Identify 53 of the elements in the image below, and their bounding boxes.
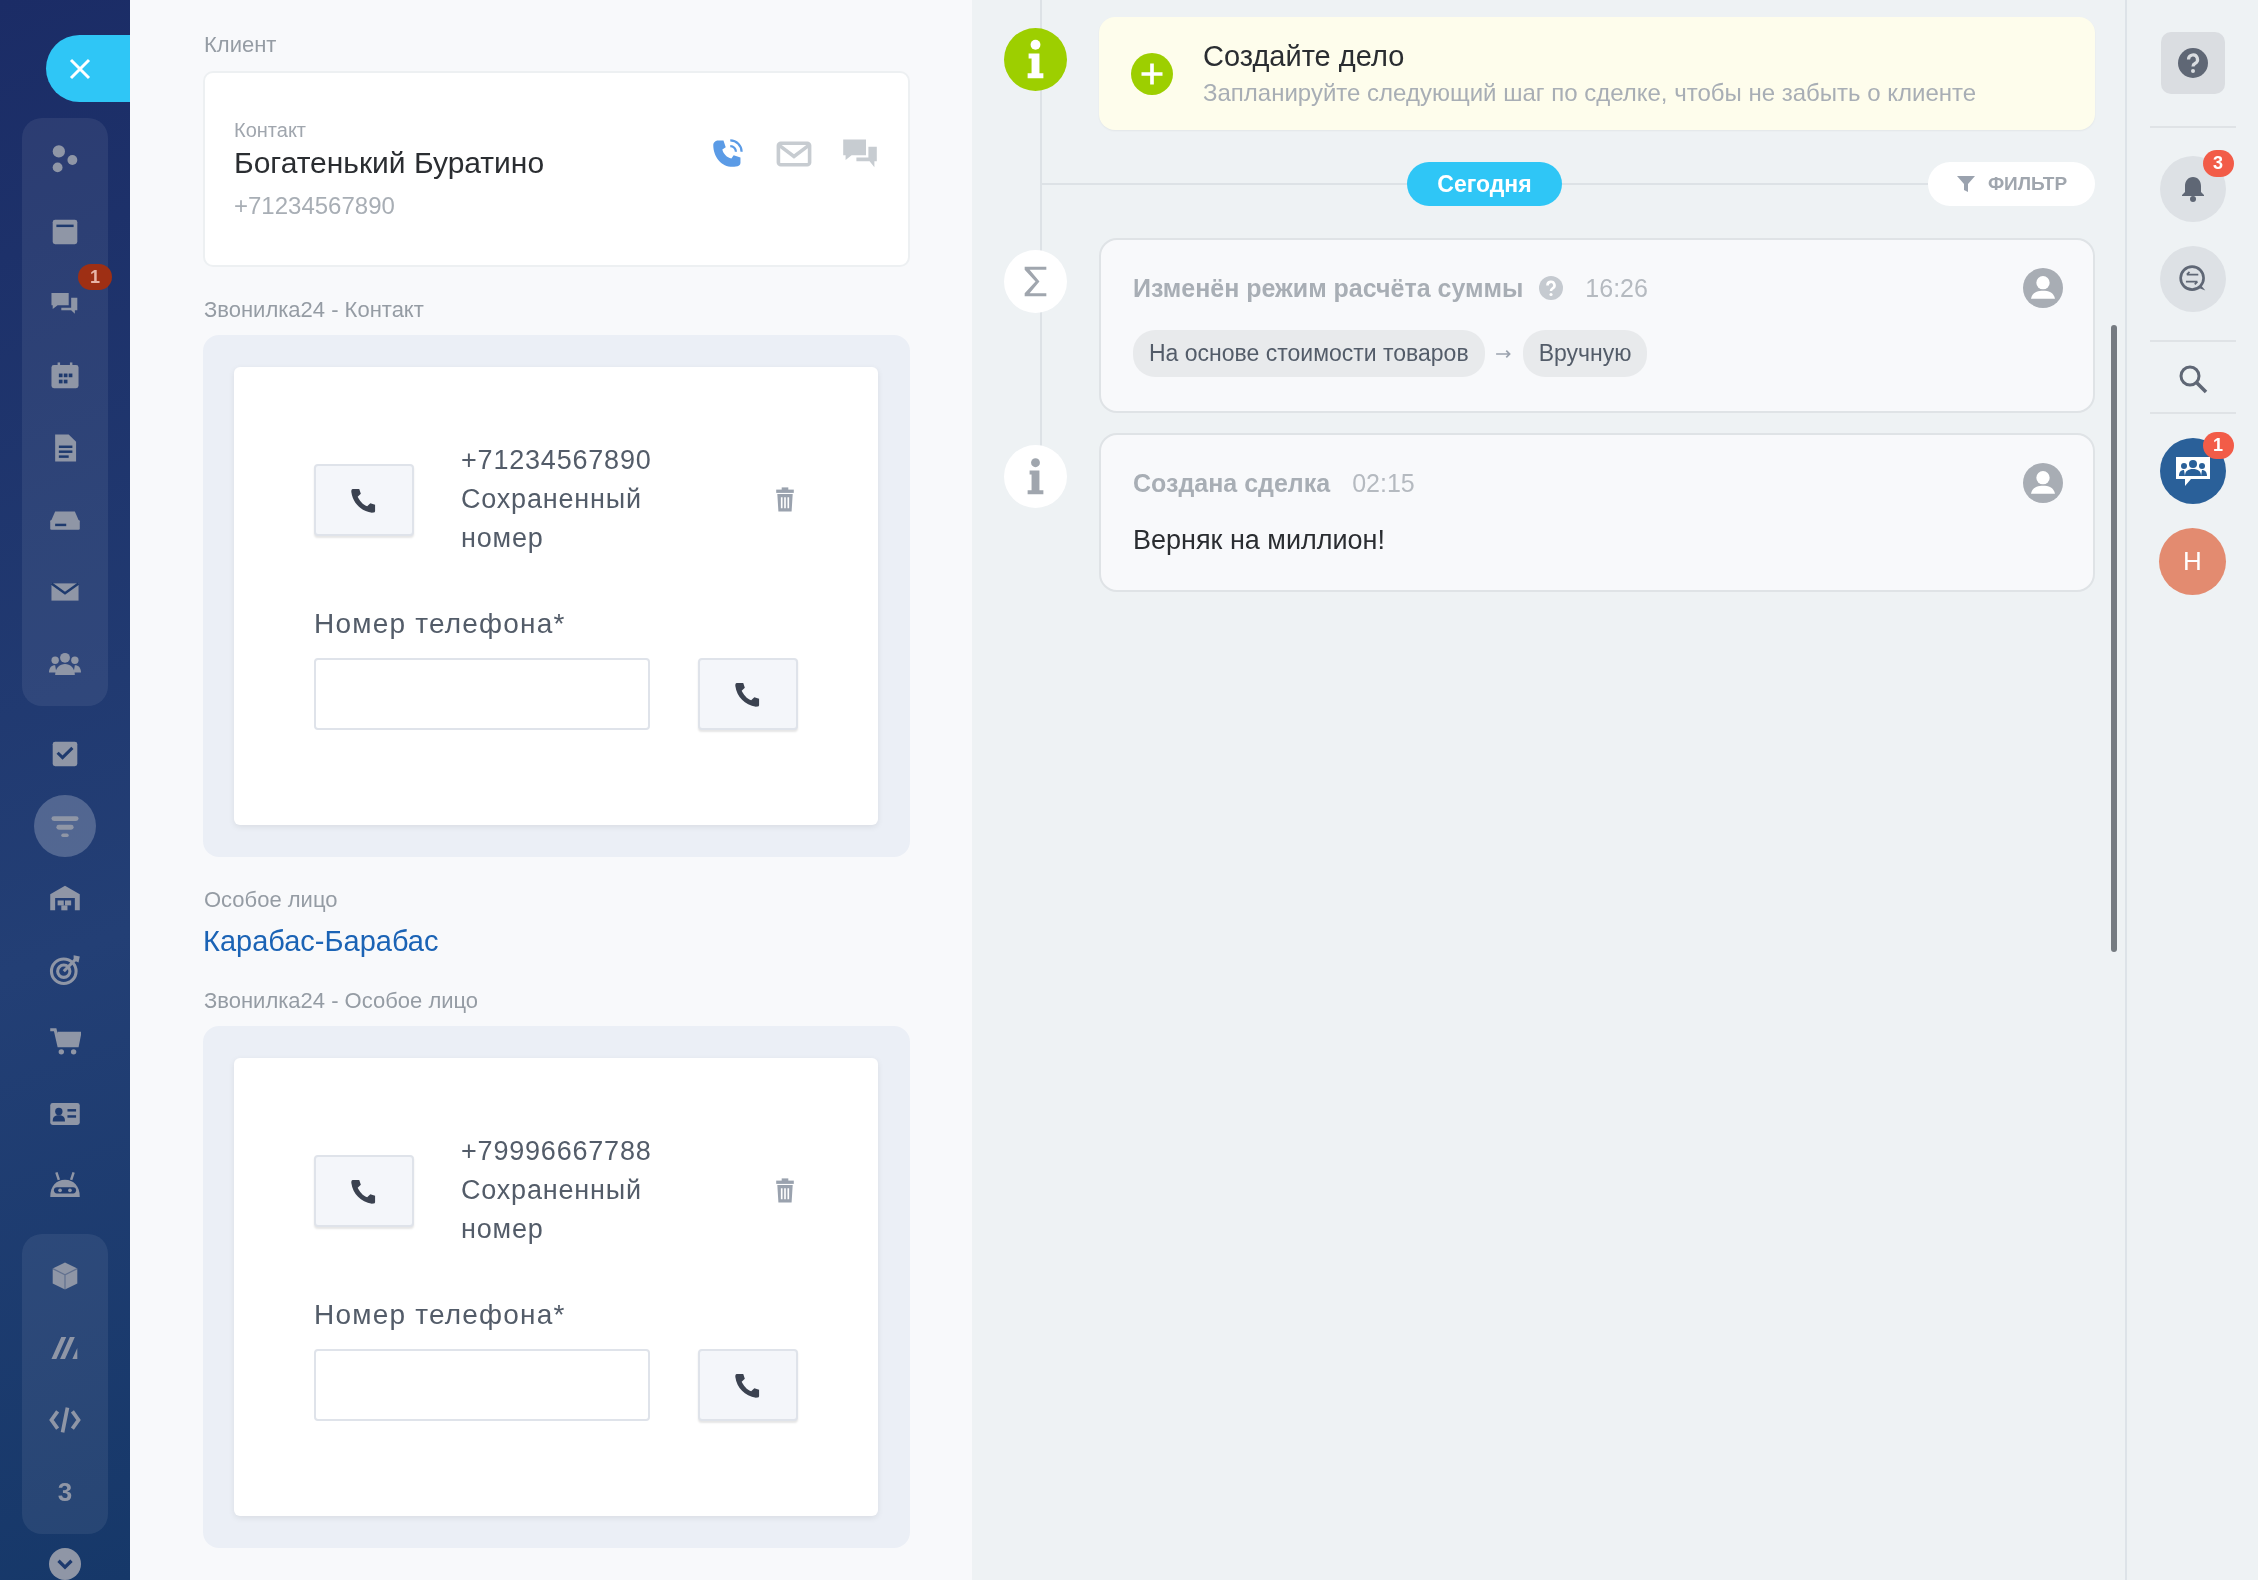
create-task-card[interactable]: Создайте дело Запланируйте следующий шаг по сделке, чтобы не забыть о клиенте: [1099, 17, 2095, 130]
arrow-right-icon: [1494, 347, 1513, 360]
help-icon: [2177, 48, 2208, 78]
notification-badge: 1: [78, 264, 112, 290]
filter-icon: [1955, 174, 1976, 194]
event-title: Создана сделка: [1133, 468, 1331, 498]
notification-badge: 3: [2202, 150, 2234, 177]
today-label: Сегодня: [1407, 162, 1562, 206]
section-label: Особое лицо: [204, 887, 339, 913]
sigma-icon: [1004, 250, 1067, 313]
info-icon: [1004, 28, 1067, 91]
close-icon: [68, 56, 92, 81]
phone-input-field[interactable]: [314, 658, 650, 730]
user-avatar-icon: [2023, 463, 2063, 503]
contact-caption: Контакт: [234, 118, 307, 142]
widget-label: Звонилка24 - Особое лицо: [204, 988, 480, 1014]
person-link[interactable]: Карабас-Барабас: [203, 925, 439, 958]
trash-icon[interactable]: [774, 486, 796, 513]
old-value-tag: На основе стоимости товаров: [1133, 330, 1485, 377]
info-icon: [1004, 445, 1067, 508]
call-button[interactable]: [314, 463, 414, 536]
call-button[interactable]: [314, 1154, 414, 1227]
chat-arrows-icon: [2177, 264, 2208, 294]
saved-number-text: +71234567890 Сохраненный номер: [461, 444, 653, 555]
expand-more-button[interactable]: [49, 1548, 81, 1580]
task-title: Создайте дело: [1203, 40, 1406, 73]
call-button[interactable]: [698, 1349, 798, 1421]
event-text: Верняк на миллион!: [1133, 525, 1386, 556]
call-button[interactable]: [698, 658, 798, 730]
contact-name[interactable]: Богатенький Буратино: [234, 145, 545, 180]
notification-badge: 1: [2202, 432, 2234, 459]
event-title: Изменён режим расчёта суммы: [1133, 273, 1524, 303]
scrollbar[interactable]: [2111, 325, 2117, 952]
help-button[interactable]: [2160, 32, 2225, 94]
target-icon: [49, 954, 81, 986]
event-time: 16:26: [1585, 273, 1648, 303]
saved-number-text: +79996667788 Сохраненный номер: [461, 1135, 653, 1246]
user-avatar-icon: [2023, 268, 2063, 308]
close-button[interactable]: [46, 35, 130, 102]
trash-icon[interactable]: [774, 1177, 796, 1204]
cart-icon: [49, 1026, 81, 1058]
new-value-tag: Вручную: [1522, 330, 1648, 377]
field-label: Номер телефона*: [314, 1299, 567, 1331]
task-hint: Запланируйте следующий шаг по сделке, чтобы не забыть о клиенте: [1203, 79, 1977, 107]
event-time: 02:15: [1352, 468, 1415, 498]
widget-label: Звонилка24 - Контакт: [204, 297, 425, 323]
plus-icon: [1131, 52, 1173, 95]
field-label: Номер телефона*: [314, 608, 567, 640]
contact-phone: +71234567890: [234, 191, 396, 220]
section-label: Клиент: [204, 32, 278, 58]
search-icon: [2177, 364, 2208, 394]
menu-item-text[interactable]: 3: [34, 1461, 96, 1523]
phone-input-field[interactable]: [314, 1349, 650, 1421]
